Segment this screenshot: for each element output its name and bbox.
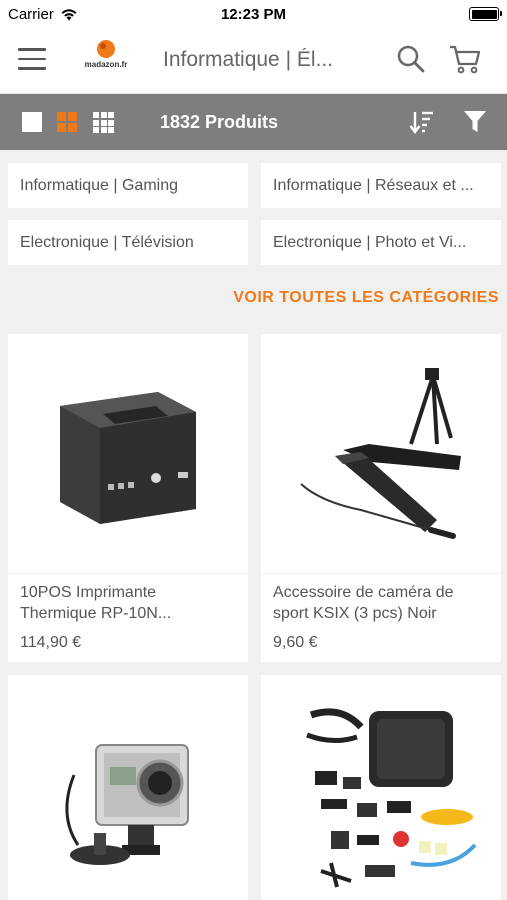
app-header: madazon.fr Informatique | Él... xyxy=(0,30,507,94)
product-image xyxy=(261,334,501,574)
filter-icon[interactable] xyxy=(463,109,487,135)
category-chip[interactable]: Informatique | Gaming xyxy=(8,163,248,208)
product-price: 114,90 € xyxy=(20,634,82,651)
hamburger-menu-icon[interactable] xyxy=(18,48,46,72)
view-list-icon[interactable] xyxy=(22,112,42,132)
product-card[interactable]: 10POS Imprimante Thermique RP-10N... 114… xyxy=(8,334,248,662)
listing-toolbar: 1832 Produits xyxy=(0,94,507,150)
search-icon[interactable] xyxy=(396,44,426,74)
product-card[interactable] xyxy=(8,675,248,900)
brand-logo[interactable]: madazon.fr xyxy=(78,40,134,80)
status-time: 12:23 PM xyxy=(220,6,287,23)
category-chip[interactable]: Electronique | Télévision xyxy=(8,220,248,265)
battery-icon xyxy=(469,7,502,21)
logo-text: madazon.fr xyxy=(84,60,128,69)
sort-icon[interactable] xyxy=(408,108,436,136)
category-chip[interactable]: Informatique | Réseaux et ... xyxy=(261,163,501,208)
product-count: 1832 Produits xyxy=(160,112,279,132)
product-card[interactable]: Accessoire de caméra de sport KSIX (3 pc… xyxy=(261,334,501,662)
product-image xyxy=(8,675,248,900)
product-image xyxy=(8,334,248,574)
accessory-kit-image xyxy=(306,708,477,888)
category-chip[interactable]: Electronique | Photo et Vi... xyxy=(261,220,501,265)
view-grid-3-icon[interactable] xyxy=(93,112,114,133)
page-title: Informatique | Él... xyxy=(163,48,334,71)
product-image xyxy=(261,675,501,900)
see-all-categories-link[interactable]: VOIR TOUTES LES CATÉGORIES xyxy=(233,289,499,307)
camera-selfie-stick-image xyxy=(300,368,461,539)
product-name: 10POS Imprimante Thermique RP-10N... xyxy=(20,584,172,622)
product-name: Accessoire de caméra de sport KSIX (3 pc… xyxy=(273,584,454,622)
cart-icon[interactable] xyxy=(449,44,481,74)
product-card[interactable] xyxy=(261,675,501,900)
view-grid-2-icon[interactable] xyxy=(57,112,77,132)
status-bar: Carrier 12:23 PM xyxy=(0,0,507,30)
logo-ball-icon xyxy=(97,40,115,58)
action-camera-image xyxy=(65,744,189,865)
product-price: 9,60 € xyxy=(273,634,318,651)
thermal-printer-image xyxy=(60,392,196,524)
